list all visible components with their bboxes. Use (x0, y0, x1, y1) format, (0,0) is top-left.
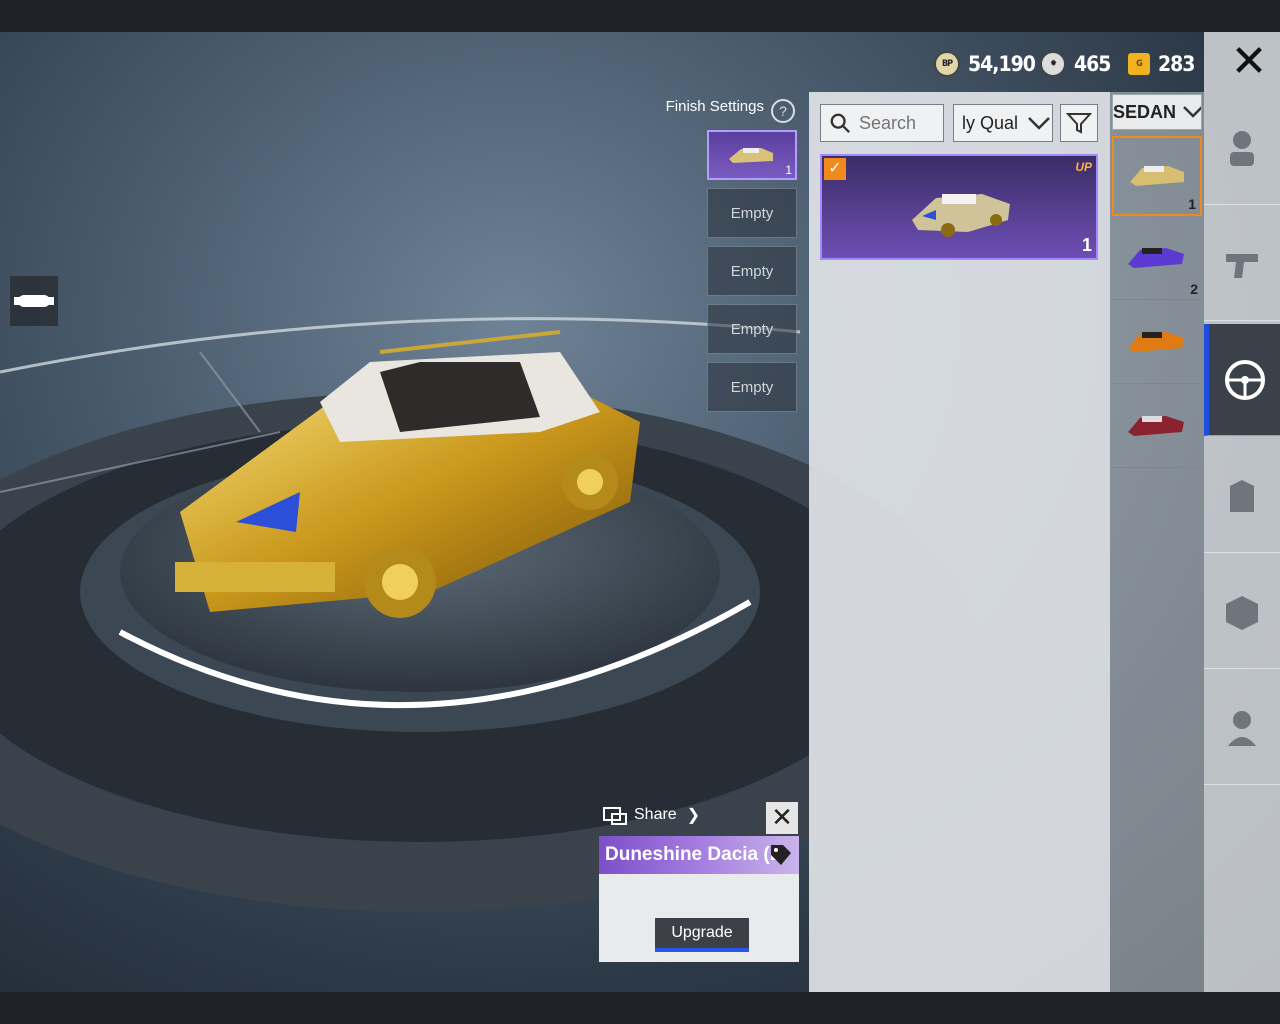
category-count: 1 (1188, 196, 1196, 212)
skin-item-card[interactable]: ✓ UP 1 (820, 154, 1098, 260)
quality-value: ly Qual (962, 112, 1019, 133)
chevron-right-icon: ❯ (686, 807, 701, 824)
slot-count: 1 (785, 163, 792, 177)
finish-slot-4[interactable]: Empty (707, 304, 797, 354)
top-letterbox (0, 0, 1280, 32)
g-coin-icon: G (1128, 53, 1150, 75)
companion-icon (1228, 711, 1256, 746)
red-sedan-icon (1128, 416, 1184, 436)
finish-slot-1[interactable]: 1 (707, 130, 797, 180)
vehicle-showroom: BP 54,190 ✹ 465 G 283 ✕ Finish Settings … (0, 32, 1280, 992)
close-icon[interactable]: ✕ (766, 802, 798, 834)
category-item-2[interactable]: 2 (1112, 220, 1202, 300)
up-badge: UP (1075, 160, 1092, 174)
tag-icon[interactable] (769, 843, 793, 867)
close-icon[interactable]: ✕ (1226, 40, 1272, 86)
filter-button[interactable] (1060, 104, 1098, 142)
nav-backpack[interactable] (1204, 440, 1280, 553)
vehicle-type-dropdown[interactable]: SEDAN (1112, 94, 1202, 130)
search-icon (830, 113, 850, 133)
car-thumbnail-icon (912, 194, 1010, 237)
g-currency: G 283 (1128, 50, 1195, 78)
category-item-1[interactable]: 1 (1112, 136, 1202, 216)
vehicle-type-value: SEDAN (1113, 101, 1177, 122)
category-count: 2 (1190, 281, 1198, 297)
nav-character[interactable] (1204, 92, 1280, 205)
check-icon: ✓ (824, 158, 846, 180)
character-icon (1230, 131, 1254, 166)
bp-value: 54,190 (968, 52, 1036, 76)
filter-icon (1066, 113, 1092, 134)
bp-coin-icon: BP (934, 51, 960, 77)
silver-value: 465 (1074, 52, 1111, 76)
steering-wheel-icon (1224, 359, 1265, 400)
nav-companion[interactable] (1204, 672, 1280, 785)
quality-dropdown[interactable]: ly Qual (953, 104, 1053, 142)
share-icon (603, 807, 627, 825)
search-input[interactable] (857, 111, 943, 135)
g-value: 283 (1158, 52, 1195, 76)
share-button[interactable]: Share ❯ (602, 804, 700, 826)
category-item-4[interactable] (1112, 388, 1202, 468)
help-icon[interactable]: ? (771, 99, 795, 123)
chevron-down-icon (1028, 117, 1050, 130)
search-field[interactable] (820, 104, 944, 142)
upgrade-button[interactable]: Upgrade (655, 918, 749, 952)
silver-fragment-icon: ✹ (1040, 51, 1066, 77)
silver-currency: ✹ 465 (1040, 50, 1111, 78)
car-view-icon (14, 295, 54, 307)
finish-slot-2[interactable]: Empty (707, 188, 797, 238)
skin-title-row: Duneshine Dacia (L (599, 836, 799, 874)
nav-weapons[interactable] (1204, 208, 1280, 321)
item-count: 1 (1081, 235, 1092, 255)
finish-slot-5[interactable]: Empty (707, 362, 797, 412)
skin-title: Duneshine Dacia (L (605, 844, 782, 865)
bp-currency: BP 54,190 (934, 50, 1036, 78)
backpack-icon (1230, 480, 1254, 512)
finish-settings-label: Finish Settings (665, 98, 764, 115)
category-item-3[interactable] (1112, 304, 1202, 384)
vehicle-view-toggle[interactable] (10, 276, 58, 326)
crate-icon (1226, 596, 1258, 630)
nav-crate[interactable] (1204, 556, 1280, 669)
skin-info-card: Duneshine Dacia (L Upgrade (599, 836, 799, 962)
chevron-down-icon (1183, 106, 1201, 118)
share-label: Share (634, 806, 677, 823)
car-thumbnail-icon (729, 148, 773, 163)
bottom-letterbox (0, 992, 1280, 1024)
nav-vehicles[interactable] (1204, 324, 1280, 436)
finish-slot-3[interactable]: Empty (707, 246, 797, 296)
orange-sedan-icon (1128, 332, 1184, 352)
pistol-icon (1226, 254, 1258, 278)
gold-sedan-icon (1130, 166, 1184, 186)
purple-sedan-icon (1128, 248, 1184, 268)
